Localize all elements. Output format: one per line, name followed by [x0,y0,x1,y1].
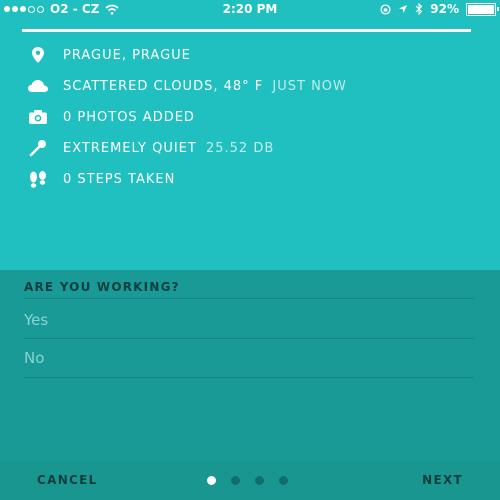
photos-text: 0 PHOTOS ADDED [63,109,195,125]
weather-timestamp: JUST NOW [272,78,347,94]
bluetooth-icon [415,3,423,15]
steps-row: 0 STEPS TAKEN [0,167,500,191]
weather-row: SCATTERED CLOUDS, 48° F JUST NOW [0,74,500,98]
steps-text: 0 STEPS TAKEN [63,171,176,187]
next-button[interactable]: NEXT [422,473,463,487]
camera-icon [28,107,48,127]
location-row: PRAGUE, PRAGUE [0,43,500,67]
page-dot [279,476,288,485]
cancel-button[interactable]: CANCEL [37,473,98,487]
photos-row: 0 PHOTOS ADDED [0,105,500,129]
answer-option-yes[interactable]: Yes [24,302,474,338]
location-arrow-icon [399,5,408,13]
status-bar: O2 - CZ 2:20 PM 92% [0,0,500,18]
question-panel: ARE YOU WORKING? Yes No [0,270,500,461]
answer-option-no[interactable]: No [24,340,474,376]
noise-description: EXTREMELY QUIET [63,140,197,156]
header-divider [22,29,471,32]
noise-row: EXTREMELY QUIET 25.52 DB [0,136,500,160]
weather-text: SCATTERED CLOUDS, 48° F JUST NOW [63,79,347,94]
page-indicator [207,476,288,485]
battery-percentage: 92% [430,2,459,16]
battery-icon [466,2,499,16]
question-divider [24,298,474,299]
map-pin-icon [28,45,48,65]
option-divider [24,338,474,339]
weather-description: SCATTERED CLOUDS, 48° F [63,78,264,94]
bottom-navigation: CANCEL NEXT [0,461,500,500]
noise-level: 25.52 DB [205,140,275,156]
cloud-icon [28,76,48,96]
option-divider [24,377,474,378]
page-dot [231,476,240,485]
question-title: ARE YOU WORKING? [24,280,180,294]
footsteps-icon [28,169,48,189]
page-dot [255,476,264,485]
location-text: PRAGUE, PRAGUE [63,47,191,63]
microphone-icon [28,138,48,158]
rotation-lock-icon [380,3,391,15]
status-bar-right: 92% [380,2,499,16]
page-dot-active [207,476,216,485]
noise-text: EXTREMELY QUIET 25.52 DB [63,141,274,156]
